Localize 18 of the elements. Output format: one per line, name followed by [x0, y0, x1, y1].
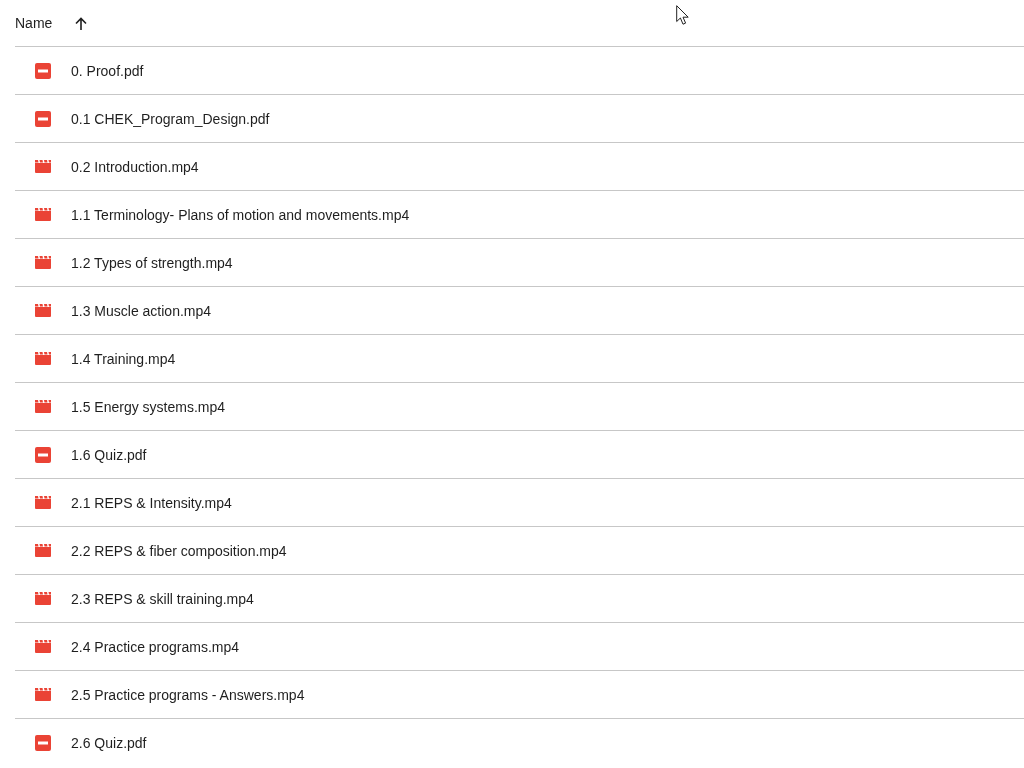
mouse-pointer-icon — [676, 5, 689, 25]
file-name[interactable]: 1.6 Quiz.pdf — [71, 446, 147, 463]
file-name[interactable]: 1.2 Types of strength.mp4 — [71, 254, 233, 271]
up-arrow-icon[interactable] — [75, 16, 88, 30]
file-name[interactable]: 1.1 Terminology- Plans of motion and movements.mp4 — [71, 206, 410, 223]
file-name[interactable]: 2.2 REPS & fiber composition.mp4 — [71, 542, 287, 559]
file-name[interactable]: 1.3 Muscle action.mp4 — [71, 302, 212, 319]
file-name[interactable]: 1.4 Training.mp4 — [71, 350, 176, 367]
file-name[interactable]: 2.1 REPS & Intensity.mp4 — [71, 494, 232, 511]
file-name[interactable]: 1.5 Energy systems.mp4 — [71, 398, 226, 415]
file-name[interactable]: 2.4 Practice programs.mp4 — [71, 638, 240, 655]
column-header[interactable]: Name — [15, 15, 53, 31]
file-name[interactable]: 0.1 CHEK_Program_Design.pdf — [71, 110, 270, 127]
file-name[interactable]: 2.6 Quiz.pdf — [71, 734, 147, 751]
file-name[interactable]: 2.3 REPS & skill training.mp4 — [71, 590, 254, 607]
file-name[interactable]: 0. Proof.pdf — [71, 62, 144, 79]
file-name[interactable]: 0.2 Introduction.mp4 — [71, 158, 199, 175]
file-name[interactable]: 2.5 Practice programs - Answers.mp4 — [71, 686, 305, 703]
